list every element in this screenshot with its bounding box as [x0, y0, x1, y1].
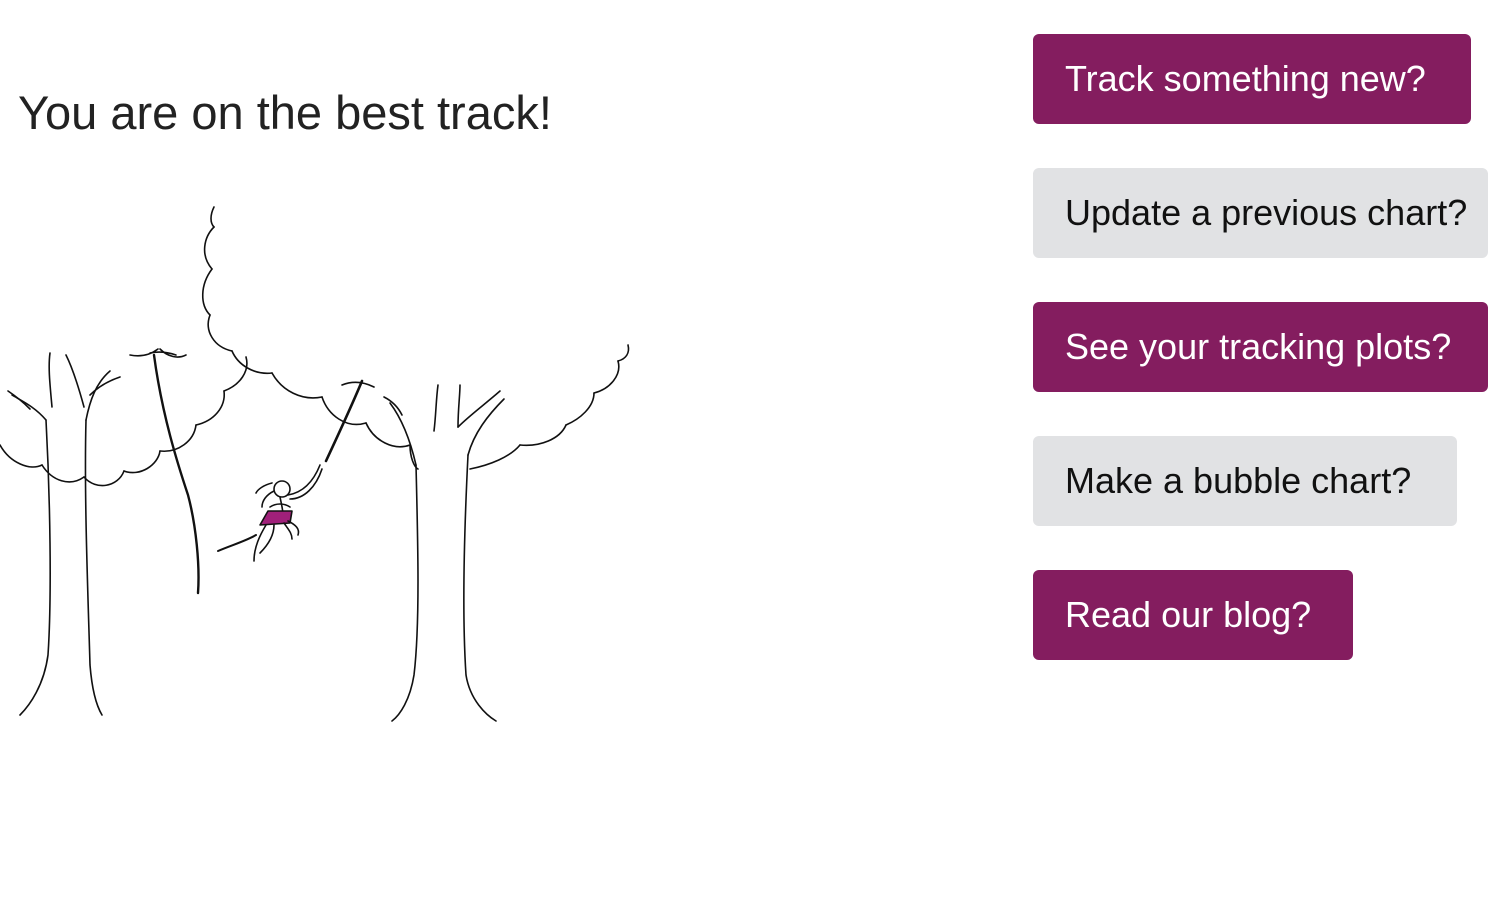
page-title: You are on the best track!	[18, 86, 552, 139]
make-bubble-chart-button[interactable]: Make a bubble chart?	[1033, 436, 1457, 526]
read-blog-button[interactable]: Read our blog?	[1033, 570, 1353, 660]
update-previous-chart-button[interactable]: Update a previous chart?	[1033, 168, 1488, 258]
jungle-swing-illustration	[0, 195, 640, 730]
see-tracking-plots-button[interactable]: See your tracking plots?	[1033, 302, 1488, 392]
track-something-new-button[interactable]: Track something new?	[1033, 34, 1471, 124]
page: You are on the best track! Track somethi…	[0, 0, 1488, 898]
